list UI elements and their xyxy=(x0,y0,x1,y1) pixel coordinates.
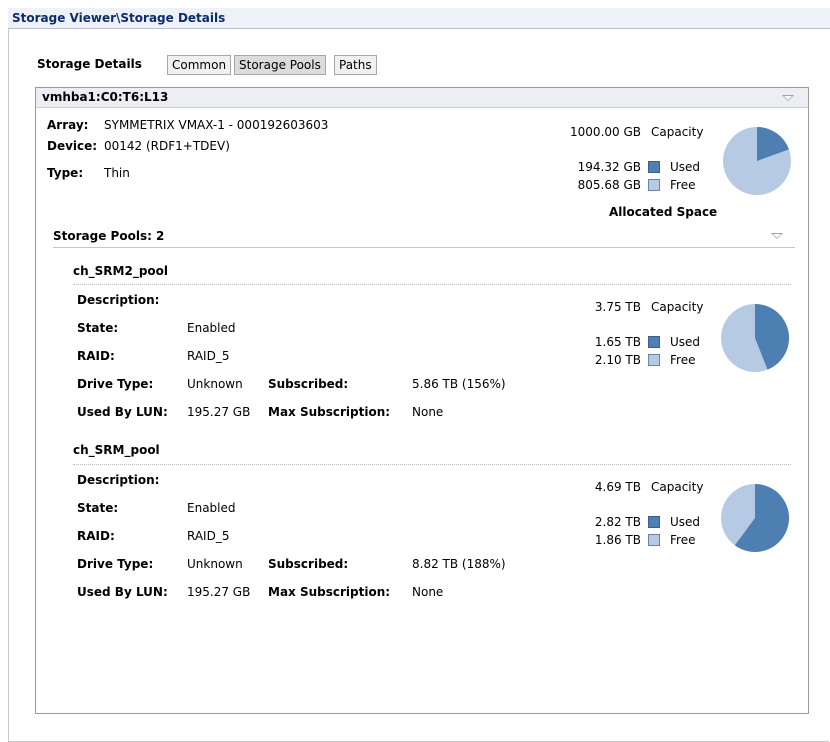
pool-divider xyxy=(73,284,791,285)
storage-pools-heading: Storage Pools: 2 xyxy=(53,229,165,243)
type-value: Thin xyxy=(104,166,130,180)
used-legend-swatch xyxy=(648,161,660,173)
pool-capacity-label: Capacity xyxy=(651,480,704,494)
max-subscription-label: Max Subscription: xyxy=(268,585,391,599)
device-title: vmhba1:C0:T6:L13 xyxy=(42,90,169,104)
allocated-space-label: Allocated Space xyxy=(609,205,718,219)
raid-value: RAID_5 xyxy=(187,349,230,363)
subscribed-label: Subscribed: xyxy=(268,377,349,391)
array-value: SYMMETRIX VMAX-1 - 000192603603 xyxy=(104,118,329,132)
max-subscription-label: Max Subscription: xyxy=(268,405,391,419)
device-used-value: 194.32 GB xyxy=(577,160,641,174)
pool-capacity-label: Capacity xyxy=(651,300,704,314)
pools-collapse-chevron-icon[interactable] xyxy=(771,233,783,239)
pool-free-value: 1.86 TB xyxy=(594,533,641,547)
drive-type-value: Unknown xyxy=(187,377,243,391)
max-subscription-value: None xyxy=(412,585,444,599)
device-capacity-label: Capacity xyxy=(651,125,704,139)
device-free-value: 805.68 GB xyxy=(577,178,641,192)
pool-capacity-value: 4.69 TB xyxy=(594,480,641,494)
page-title: Storage Viewer\Storage Details xyxy=(12,11,226,25)
type-label: Type: xyxy=(47,166,84,180)
drive-type-label: Drive Type: xyxy=(77,377,154,391)
max-subscription-value: None xyxy=(412,405,444,419)
pool-used-value: 1.65 TB xyxy=(594,335,641,349)
pool-used-value: 2.82 TB xyxy=(594,515,641,529)
pools-divider xyxy=(53,247,795,248)
pool-name: ch_SRM2_pool xyxy=(73,264,169,278)
used-legend-swatch xyxy=(648,336,660,348)
pool-free-label: Free xyxy=(670,533,696,547)
state-value: Enabled xyxy=(187,501,236,515)
array-label: Array: xyxy=(47,118,89,132)
tab-paths[interactable]: Paths xyxy=(334,55,377,75)
tab-storage-pools[interactable]: Storage Pools xyxy=(234,55,326,75)
raid-value: RAID_5 xyxy=(187,529,230,543)
device-value: 00142 (RDF1+TDEV) xyxy=(104,139,230,153)
pool-name: ch_SRM_pool xyxy=(73,443,160,457)
used-by-lun-value: 195.27 GB xyxy=(187,585,251,599)
pool-capacity-pie-chart xyxy=(721,484,789,552)
title-bar: Storage Viewer\Storage Details xyxy=(8,8,830,29)
raid-label: RAID: xyxy=(77,529,115,543)
used-by-lun-label: Used By LUN: xyxy=(77,405,168,419)
device-panel: vmhba1:C0:T6:L13 Array: SYMMETRIX VMAX-1… xyxy=(35,87,809,714)
drive-type-label: Drive Type: xyxy=(77,557,154,571)
free-legend-swatch xyxy=(648,534,660,546)
device-free-label: Free xyxy=(670,178,696,192)
state-value: Enabled xyxy=(187,321,236,335)
pool-free-value: 2.10 TB xyxy=(594,353,641,367)
pool-capacity-value: 3.75 TB xyxy=(594,300,641,314)
subscribed-value: 5.86 TB (156%) xyxy=(412,377,506,391)
tab-common[interactable]: Common xyxy=(167,55,232,75)
pool-free-label: Free xyxy=(670,353,696,367)
allocated-space-pie-chart xyxy=(723,127,791,195)
subscribed-value: 8.82 TB (188%) xyxy=(412,557,506,571)
used-by-lun-label: Used By LUN: xyxy=(77,585,168,599)
state-label: State: xyxy=(77,501,119,515)
storage-details-label: Storage Details xyxy=(37,57,142,71)
description-label: Description: xyxy=(77,293,160,307)
device-capacity-value: 1000.00 GB xyxy=(570,125,641,139)
subscribed-label: Subscribed: xyxy=(268,557,349,571)
pool-divider xyxy=(73,464,791,465)
free-legend-swatch xyxy=(648,179,660,191)
device-used-label: Used xyxy=(670,160,701,174)
used-legend-swatch xyxy=(648,516,660,528)
pool-used-label: Used xyxy=(670,515,701,529)
device-panel-header[interactable]: vmhba1:C0:T6:L13 xyxy=(36,88,808,108)
device-label: Device: xyxy=(47,139,98,153)
raid-label: RAID: xyxy=(77,349,115,363)
description-label: Description: xyxy=(77,473,160,487)
drive-type-value: Unknown xyxy=(187,557,243,571)
pool-used-label: Used xyxy=(670,335,701,349)
used-by-lun-value: 195.27 GB xyxy=(187,405,251,419)
collapse-chevron-icon[interactable] xyxy=(782,95,794,101)
free-legend-swatch xyxy=(648,354,660,366)
state-label: State: xyxy=(77,321,119,335)
pool-capacity-pie-chart xyxy=(721,304,789,372)
